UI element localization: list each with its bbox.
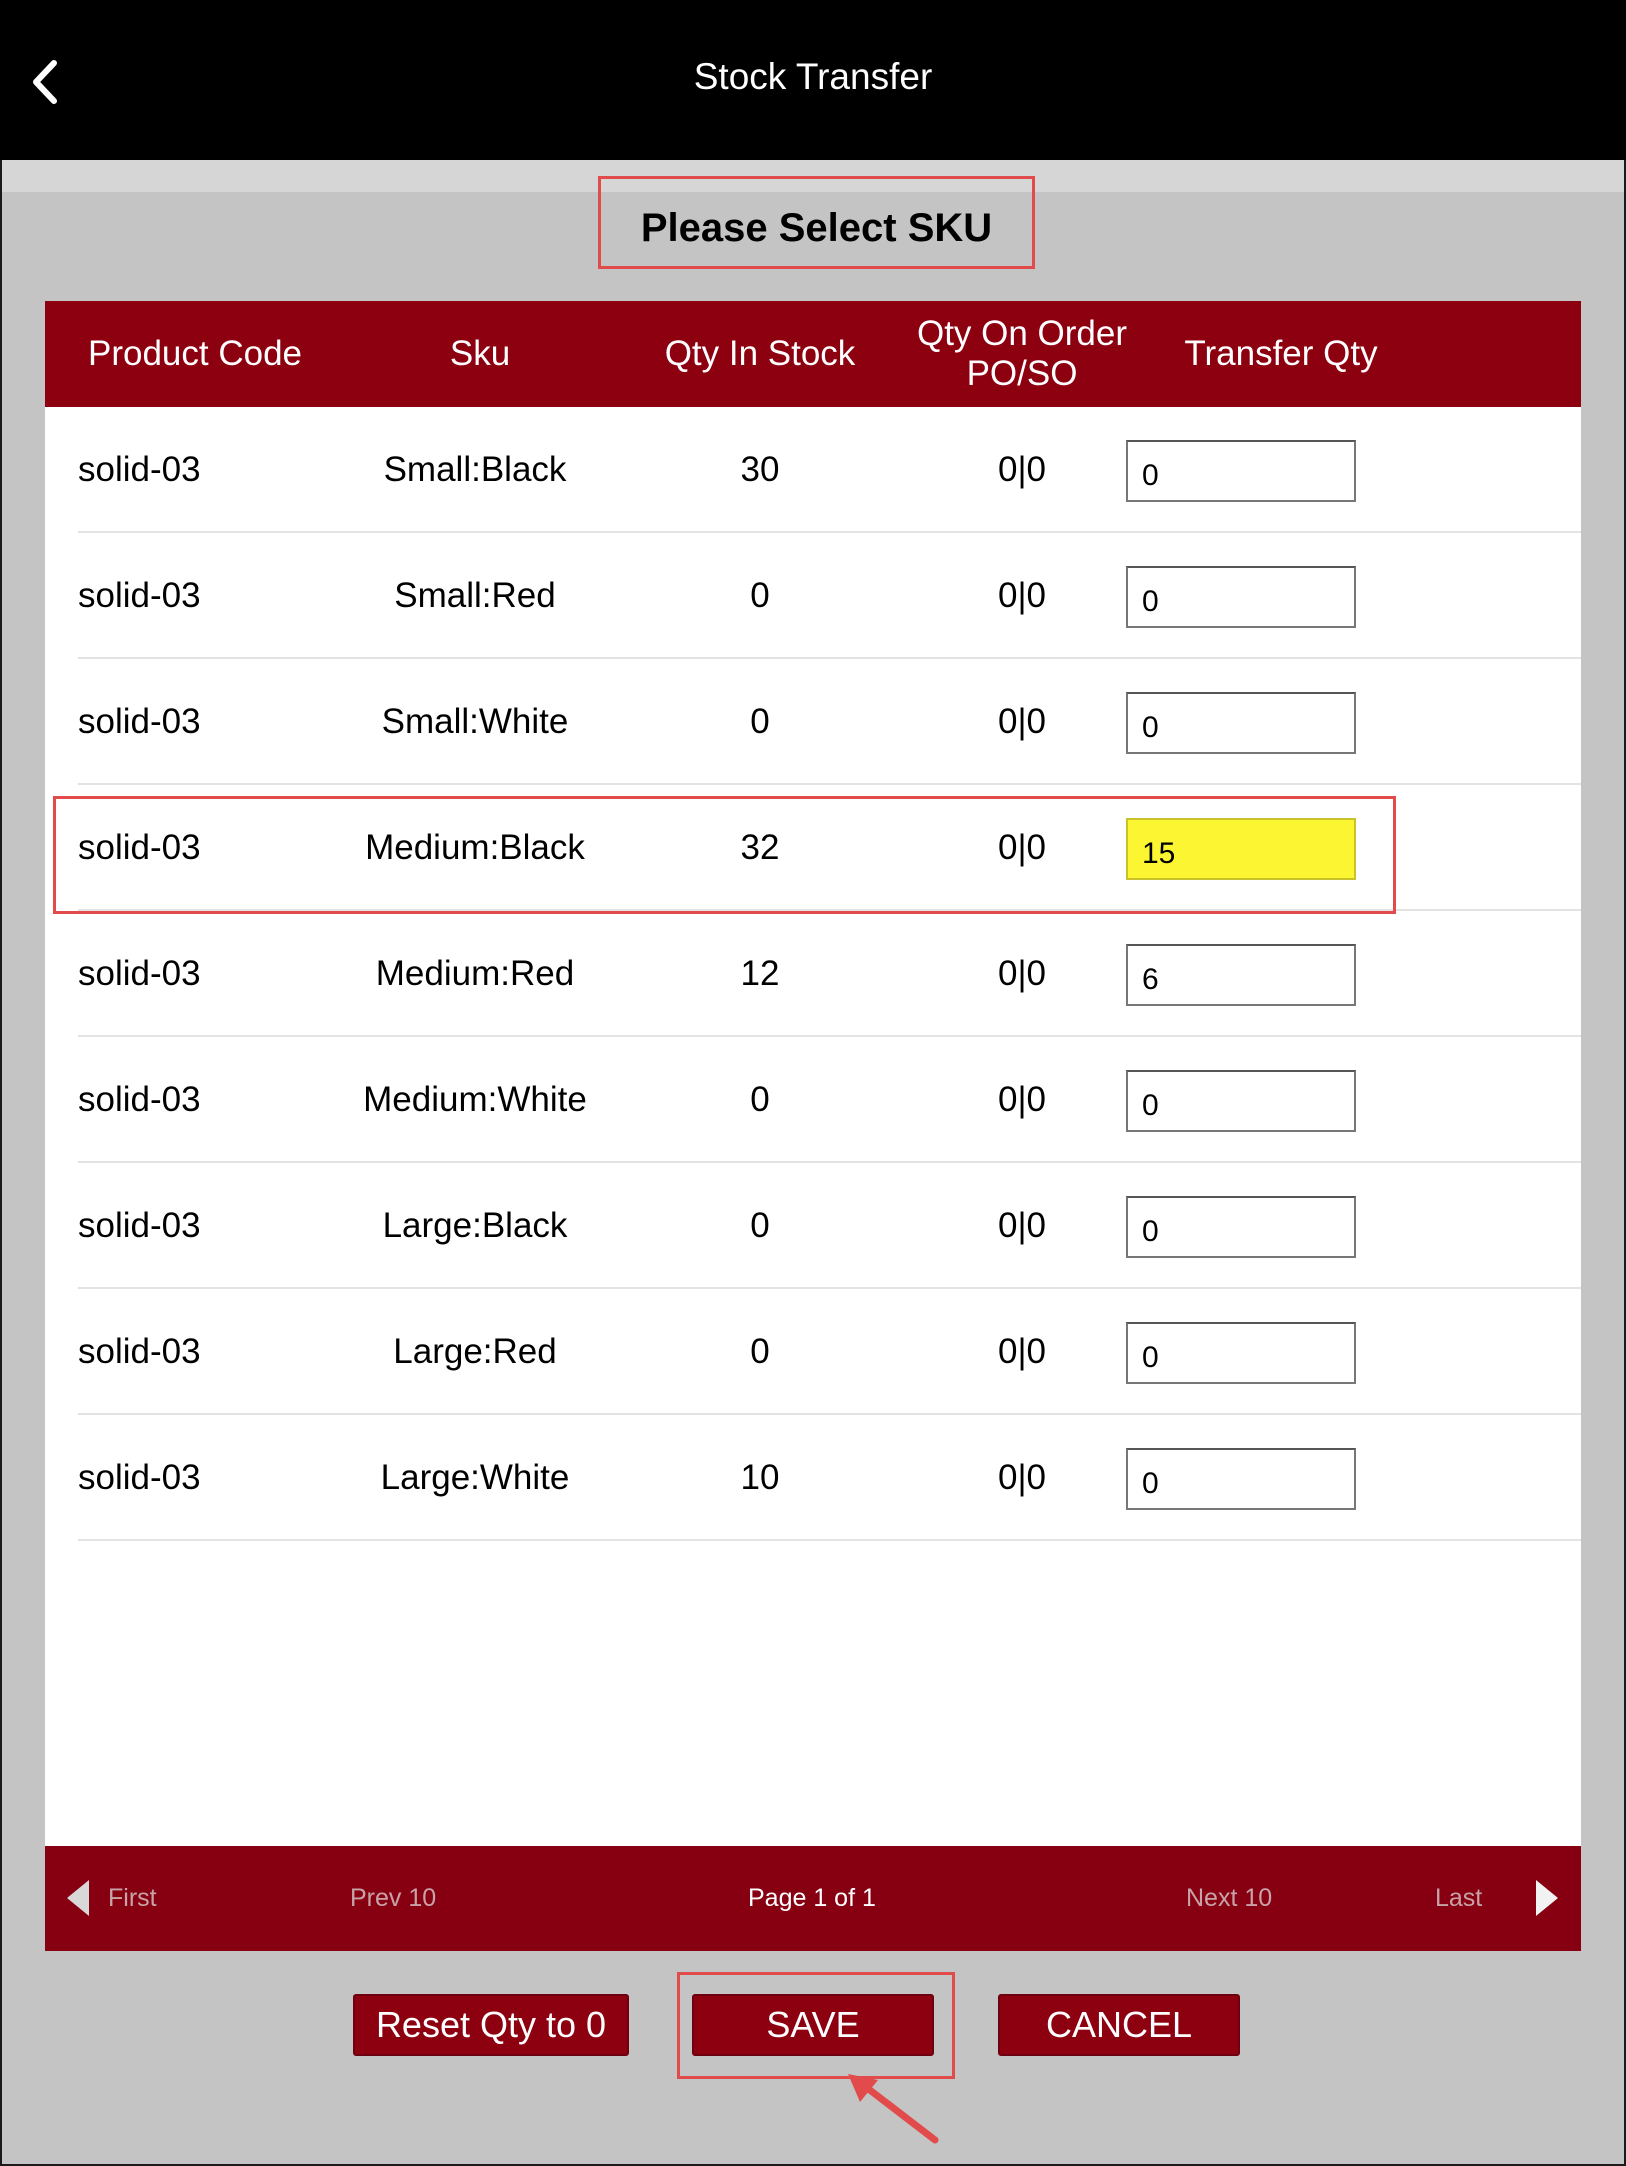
table-row: solid-03 Small:Black 30 0|0: [45, 407, 1581, 533]
qty-on-order-cell: 0|0: [997, 702, 1047, 741]
transfer-qty-input[interactable]: [1126, 1196, 1356, 1258]
sku-cell: Medium:White: [363, 1080, 587, 1119]
table-row: solid-03 Large:Red 0 0|0: [45, 1289, 1581, 1415]
page-title: Stock Transfer: [693, 56, 933, 97]
next-10-link[interactable]: Next 10: [1186, 1846, 1272, 1951]
first-page-link[interactable]: First: [108, 1846, 157, 1951]
prev-10-link[interactable]: Prev 10: [350, 1846, 436, 1951]
qty-in-stock-cell: 10: [740, 1458, 780, 1497]
select-sku-prompt: Please Select SKU: [640, 206, 993, 250]
save-button[interactable]: SAVE: [692, 1994, 934, 2056]
table-row: solid-03 Medium:Red 12 0|0: [45, 911, 1581, 1037]
qty-in-stock-cell: 12: [740, 954, 780, 993]
transfer-qty-input[interactable]: [1126, 692, 1356, 754]
qty-on-order-cell: 0|0: [997, 1206, 1047, 1245]
triangle-right-icon[interactable]: [1536, 1880, 1558, 1916]
transfer-qty-input-highlighted[interactable]: [1126, 818, 1356, 880]
table-row: solid-03 Medium:Black 32 0|0: [45, 785, 1581, 911]
sku-cell: Large:Black: [382, 1206, 568, 1245]
sku-cell: Small:White: [381, 702, 569, 741]
qty-in-stock-cell: 0: [750, 1080, 770, 1119]
table-row: solid-03 Large:Black 0 0|0: [45, 1163, 1581, 1289]
pagination-bar: First Prev 10 Page 1 of 1 Next 10 Last: [45, 1846, 1581, 1951]
table-header: Product Code Sku Qty In Stock Qty On Ord…: [45, 301, 1581, 407]
sku-cell: Large:Red: [393, 1332, 557, 1371]
qty-on-order-cell: 0|0: [997, 450, 1047, 489]
page-indicator: Page 1 of 1: [748, 1884, 876, 1912]
triangle-left-icon[interactable]: [67, 1880, 89, 1916]
qty-on-order-cell: 0|0: [997, 954, 1047, 993]
column-header-qty-on-order: Qty On Order PO/SO: [916, 314, 1128, 393]
reset-qty-button[interactable]: Reset Qty to 0: [353, 1994, 629, 2056]
transfer-qty-input[interactable]: [1126, 944, 1356, 1006]
transfer-qty-input[interactable]: [1126, 1448, 1356, 1510]
prompt-annotation-box: Please Select SKU: [598, 176, 1035, 269]
column-header-product-code: Product Code: [87, 334, 303, 373]
sku-cell: Medium:Red: [375, 954, 575, 993]
sku-cell: Large:White: [380, 1458, 570, 1497]
nav-bar: Stock Transfer: [0, 0, 1626, 160]
column-header-qty-in-stock: Qty In Stock: [664, 334, 856, 373]
qty-on-order-cell: 0|0: [997, 1080, 1047, 1119]
table-row: solid-03 Medium:White 0 0|0: [45, 1037, 1581, 1163]
qty-on-order-cell: 0|0: [997, 1458, 1047, 1497]
transfer-qty-input[interactable]: [1126, 566, 1356, 628]
sku-cell: Medium:Black: [365, 828, 585, 867]
qty-in-stock-cell: 0: [750, 1206, 770, 1245]
last-page-link[interactable]: Last: [1435, 1846, 1482, 1951]
annotation-arrow-icon: [848, 2074, 939, 2144]
table-row: solid-03 Small:Red 0 0|0: [45, 533, 1581, 659]
table-row: solid-03 Large:White 10 0|0: [45, 1415, 1581, 1541]
cancel-button[interactable]: CANCEL: [998, 1994, 1240, 2056]
table-row: solid-03 Small:White 0 0|0: [45, 659, 1581, 785]
qty-in-stock-cell: 32: [740, 828, 780, 867]
qty-in-stock-cell: 0: [750, 702, 770, 741]
sku-table-panel: Product Code Sku Qty In Stock Qty On Ord…: [45, 301, 1581, 1951]
qty-in-stock-cell: 30: [740, 450, 780, 489]
qty-in-stock-cell: 0: [750, 1332, 770, 1371]
sku-cell: Small:Black: [383, 450, 567, 489]
qty-in-stock-cell: 0: [750, 576, 770, 615]
qty-on-order-cell: 0|0: [997, 576, 1047, 615]
transfer-qty-input[interactable]: [1126, 440, 1356, 502]
transfer-qty-input[interactable]: [1126, 1322, 1356, 1384]
column-header-sku: Sku: [449, 334, 511, 373]
sku-cell: Small:Red: [394, 576, 556, 615]
qty-on-order-cell: 0|0: [997, 828, 1047, 867]
column-header-transfer-qty: Transfer Qty: [1184, 334, 1378, 373]
transfer-qty-input[interactable]: [1126, 1070, 1356, 1132]
row-divider: [78, 1539, 1581, 1541]
qty-on-order-cell: 0|0: [997, 1332, 1047, 1371]
